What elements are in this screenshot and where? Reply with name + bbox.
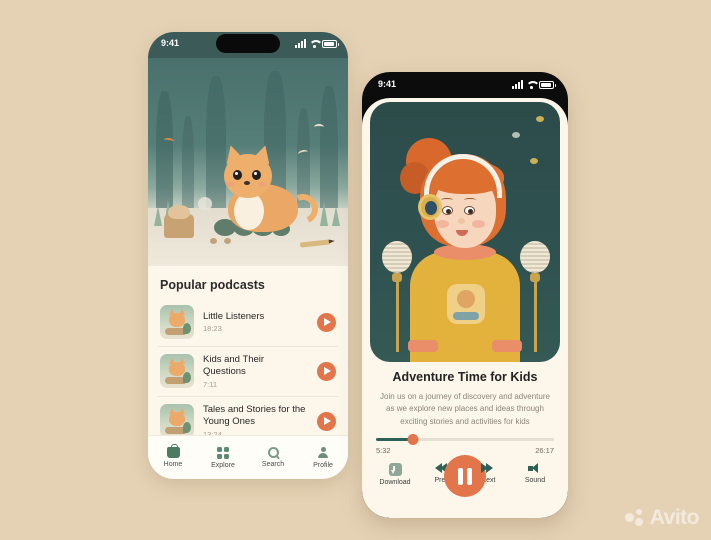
- status-bar-icons: [295, 39, 339, 48]
- girl-eyebrow: [464, 198, 476, 202]
- player-content: Adventure Time for Kids Join us on a jou…: [362, 98, 568, 518]
- phone-home-screen: 9:41 Popular podcasts Little Listeners 1…: [148, 32, 348, 479]
- fast-forward-icon: [481, 463, 495, 474]
- control-label: Sound: [524, 477, 546, 485]
- headphone-cup: [418, 194, 442, 220]
- pebble-shape: [210, 238, 217, 244]
- girl-eye: [464, 206, 475, 215]
- status-bar-icons: [512, 80, 556, 89]
- notch: [216, 34, 280, 53]
- sweater-cuff: [408, 340, 438, 352]
- butterfly-icon: [536, 116, 544, 122]
- status-bar-time: 9:41: [161, 38, 180, 48]
- progress-thumb[interactable]: [407, 434, 419, 446]
- girl-eyebrow: [441, 198, 453, 202]
- girl-eye: [442, 206, 453, 215]
- avito-watermark: Avito: [624, 506, 700, 530]
- girl-cheek: [472, 220, 485, 228]
- search-icon: [267, 447, 279, 458]
- status-bar: 9:41: [148, 32, 348, 58]
- tab-label: Search: [261, 461, 285, 468]
- sidebar-item-home[interactable]: Home: [151, 444, 195, 468]
- podcast-thumbnail: [160, 305, 194, 339]
- user-icon: [317, 446, 329, 459]
- list-item[interactable]: Little Listeners 18:23: [158, 298, 338, 347]
- wifi-icon: [309, 39, 319, 48]
- cat-eye: [252, 170, 261, 180]
- avito-dots-icon: [624, 509, 645, 527]
- sidebar-item-profile[interactable]: Profile: [301, 446, 345, 469]
- play-icon[interactable]: [317, 361, 336, 381]
- grass-shape: [332, 206, 340, 226]
- pause-icon: [458, 467, 463, 485]
- page-title: Adventure Time for Kids: [392, 370, 538, 384]
- podcast-duration: 7:11: [203, 379, 218, 389]
- grid-icon: [217, 446, 229, 459]
- status-bar: 9:41: [362, 72, 568, 98]
- sweater-cat-print: [447, 284, 485, 324]
- avito-label: Avito: [649, 506, 700, 529]
- podcast-thumbnail: [160, 354, 194, 389]
- sidebar-item-search[interactable]: Search: [251, 447, 295, 468]
- cat-cheek: [258, 182, 266, 187]
- sweater-cuff: [492, 340, 522, 352]
- play-icon[interactable]: [317, 312, 336, 332]
- speaker-icon: [528, 463, 541, 474]
- play-pause-button[interactable]: [444, 455, 486, 498]
- list-item[interactable]: Kids and Their Questions 7:11: [158, 347, 338, 397]
- podcast-text: Little Listeners 18:23: [203, 311, 308, 334]
- tab-label: Profile: [313, 461, 333, 469]
- sound-button[interactable]: Sound: [516, 463, 554, 484]
- battery-icon: [322, 39, 339, 48]
- sidebar-item-explore[interactable]: Explore: [201, 446, 245, 469]
- bottom-tab-bar: Home Explore Search Profile: [148, 435, 348, 479]
- tab-label: Explore: [211, 461, 235, 469]
- elapsed-time: 5:32: [376, 446, 391, 456]
- progress-section: 5:32 26:17: [362, 428, 568, 455]
- status-bar-time: 9:41: [378, 79, 397, 89]
- grass-shape: [154, 206, 162, 226]
- girl-cheek: [436, 220, 449, 228]
- podcast-thumbnail: [160, 404, 194, 439]
- pause-icon: [467, 467, 472, 485]
- podcast-text: Kids and Their Questions 7:11: [203, 354, 308, 389]
- girl-nose: [458, 218, 465, 224]
- page-description: Join us on a journey of discovery and ad…: [380, 392, 550, 426]
- podcast-title: Tales and Stories for the Young Ones: [203, 403, 306, 427]
- cat-head: [224, 154, 272, 198]
- cat-eye: [233, 170, 242, 180]
- section-title: Popular podcasts: [160, 278, 265, 292]
- total-time: 26:17: [535, 446, 554, 456]
- play-icon[interactable]: [317, 411, 336, 431]
- podcast-duration: 18:23: [203, 324, 222, 334]
- signal-bars-icon: [512, 80, 523, 89]
- battery-icon: [539, 80, 556, 89]
- podcast-title: Kids and Their Questions: [203, 354, 265, 377]
- podcast-text: Tales and Stories for the Young Ones 13:…: [203, 404, 308, 439]
- grass-shape: [320, 202, 328, 226]
- progress-slider[interactable]: [376, 434, 554, 446]
- bird-icon: [314, 124, 324, 130]
- time-row: 5:32 26:17: [376, 446, 554, 455]
- pebble-shape: [224, 238, 231, 244]
- download-button[interactable]: Download: [376, 463, 414, 486]
- hero-illustration-cat: [148, 58, 348, 266]
- hero-illustration-girl: [370, 102, 560, 362]
- skull-shape: [198, 197, 212, 210]
- player-controls: Download Prev Next Sound: [362, 455, 568, 498]
- cat-nose: [244, 181, 250, 185]
- signal-bars-icon: [295, 39, 306, 48]
- cat-cheek: [226, 182, 234, 187]
- wifi-icon: [526, 80, 536, 89]
- phone-player-screen: 9:41 Adventure Time for Kids Join us on …: [362, 72, 568, 518]
- download-icon: [388, 463, 402, 477]
- podcast-title: Little Listeners: [203, 310, 265, 322]
- stump-shape: [164, 205, 194, 238]
- screenshot-stage: 9:41 Popular podcasts Little Listeners 1…: [0, 0, 711, 540]
- home-icon: [166, 444, 180, 458]
- tab-label: Home: [163, 461, 183, 468]
- girl-illustration: [390, 132, 540, 362]
- control-label: Download: [379, 479, 411, 487]
